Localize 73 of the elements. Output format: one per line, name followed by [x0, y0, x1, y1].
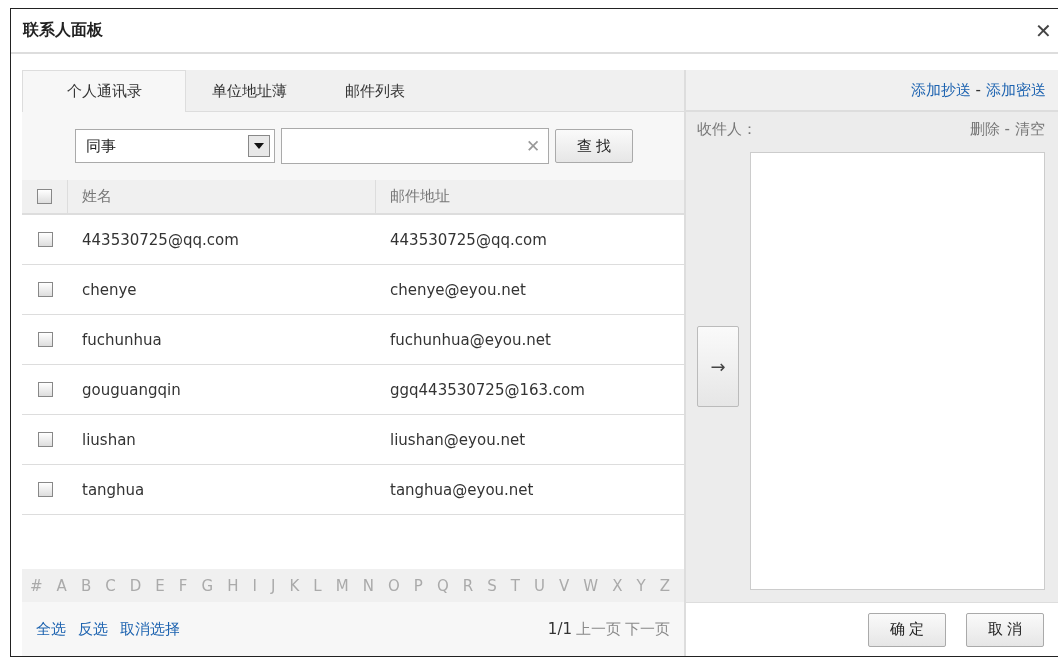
letter-link[interactable]: N — [362, 576, 374, 595]
letter-link[interactable]: O — [387, 576, 400, 595]
table-cell-text: ggq443530725@163.com — [389, 379, 586, 401]
delete-link[interactable]: 删除 — [969, 120, 1000, 139]
tab[interactable]: 个人通讯录 — [22, 70, 186, 112]
letter-link[interactable]: Z — [659, 576, 670, 595]
table-cell-text: chenye — [81, 279, 138, 301]
clear-link[interactable]: 清空 — [1015, 120, 1045, 139]
row-checkbox[interactable] — [37, 382, 53, 397]
window-title: 联系人面板 — [23, 20, 103, 41]
tab[interactable]: 邮件列表 — [312, 70, 437, 111]
confirm-button[interactable]: 确 定 — [868, 612, 946, 647]
letter-link[interactable]: K — [289, 576, 300, 595]
add-cc-link[interactable]: 添加抄送 — [910, 80, 971, 100]
next-page-link[interactable]: 下一页 — [625, 619, 670, 639]
selection-link[interactable]: 反选 — [78, 619, 108, 639]
letter-link[interactable]: R — [462, 576, 474, 595]
letter-link[interactable]: V — [558, 576, 570, 595]
table-cell-text: tanghua — [81, 479, 146, 501]
page-indicator: 1/1 — [547, 620, 572, 638]
row-checkbox[interactable] — [37, 332, 53, 347]
cancel-button[interactable]: 取 消 — [966, 612, 1044, 647]
column-header: 姓名 — [68, 180, 376, 213]
letter-link[interactable]: Q — [436, 576, 449, 595]
search-field[interactable]: ✕ — [281, 128, 549, 164]
letter-link[interactable]: B — [80, 576, 92, 595]
prev-page-link[interactable]: 上一页 — [576, 619, 621, 639]
row-checkbox[interactable] — [37, 232, 53, 247]
letter-link[interactable]: S — [487, 576, 497, 595]
letter-link[interactable]: X — [612, 576, 623, 595]
letter-link[interactable]: A — [56, 576, 67, 595]
letter-link[interactable]: F — [178, 576, 188, 595]
letter-link[interactable]: W — [583, 576, 599, 595]
add-recipient-button[interactable]: → — [697, 325, 739, 407]
letter-link[interactable]: T — [510, 576, 520, 595]
row-checkbox[interactable] — [37, 432, 53, 447]
table-cell-text: fuchunhua@eyou.net — [389, 329, 552, 351]
letter-link[interactable]: D — [129, 576, 142, 595]
table-cell-text: gouguangqin — [81, 379, 182, 401]
letter-link[interactable]: U — [533, 576, 545, 595]
letter-link[interactable]: P — [413, 576, 423, 595]
letter-link[interactable]: E — [155, 576, 165, 595]
table-cell-text: fuchunhua — [81, 329, 163, 351]
add-bcc-link[interactable]: 添加密送 — [986, 80, 1046, 100]
selection-link[interactable]: 全选 — [36, 619, 66, 639]
letter-link[interactable]: J — [270, 576, 276, 595]
table-cell-text: liushan@eyou.net — [389, 429, 527, 451]
letter-link[interactable]: L — [313, 576, 322, 595]
close-button[interactable]: ✕ — [1035, 18, 1052, 43]
letter-link[interactable]: I — [252, 576, 257, 595]
row-checkbox[interactable] — [37, 282, 53, 297]
table-cell-text: 443530725@qq.com — [81, 229, 240, 251]
separator: - — [1004, 120, 1010, 138]
letter-link[interactable]: C — [105, 576, 116, 595]
select-all-checkbox[interactable] — [37, 189, 52, 204]
recipients-label: 收件人： — [697, 120, 757, 140]
group-dropdown[interactable]: 同事 — [75, 129, 275, 163]
letter-link[interactable]: Y — [636, 576, 646, 595]
separator: - — [975, 81, 981, 99]
row-checkbox[interactable] — [37, 482, 53, 497]
letter-link[interactable]: # — [30, 576, 43, 595]
search-button[interactable]: 查 找 — [555, 129, 633, 163]
selection-link[interactable]: 取消选择 — [120, 619, 180, 639]
table-cell-text: liushan — [81, 429, 137, 451]
clear-button[interactable]: ✕ — [526, 135, 540, 157]
letter-link[interactable]: H — [227, 576, 239, 595]
table-cell-text: chenye@eyou.net — [389, 279, 527, 301]
letter-link[interactable]: M — [335, 576, 349, 595]
column-header: 邮件地址 — [389, 186, 451, 207]
letter-link[interactable]: G — [201, 576, 214, 595]
table-cell-text: 443530725@qq.com — [389, 229, 548, 251]
tab[interactable]: 单位地址薄 — [186, 70, 312, 111]
table-cell-text: tanghua@eyou.net — [389, 479, 535, 501]
